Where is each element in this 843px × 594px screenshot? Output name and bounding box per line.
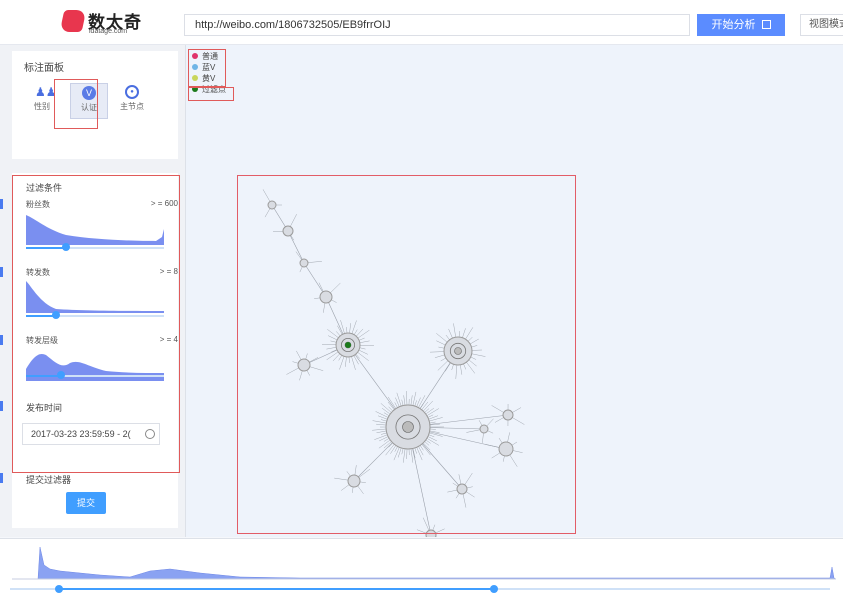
logo-subtitle: idatage.com (89, 28, 127, 35)
graph-highlight-box (237, 175, 576, 534)
view-mode-select[interactable]: 视图模式 (800, 14, 843, 36)
submit-section-label: 提交过滤器 (26, 473, 71, 486)
sidebar: 标注面板 ♟♟ 性别 V 认证 ● 主节点 过滤条件 粉丝数 > = 600 (0, 45, 186, 537)
filter-highlight-box (12, 175, 180, 473)
top-bar: 数太奇 idatage.com http://weibo.com/1806732… (0, 0, 843, 45)
section-marker (0, 267, 3, 277)
logo-mark-icon (60, 10, 87, 32)
section-marker (0, 401, 3, 411)
annotation-main-node-button[interactable]: ● 主节点 (114, 83, 150, 117)
annotation-panel-title: 标注面板 (24, 59, 64, 74)
timeline-histogram (0, 539, 843, 594)
window-icon (762, 20, 771, 29)
gender-icon: ♟♟ (35, 85, 49, 99)
main-node-icon: ● (125, 85, 139, 99)
timeline-range-fill (59, 588, 494, 590)
timeline-range-end-knob[interactable] (490, 585, 498, 593)
submit-button[interactable]: 提交 (66, 492, 106, 514)
graph-canvas[interactable]: 普通 蓝V 黄V 过滤点 (186, 45, 843, 537)
verify-highlight-box (54, 79, 98, 129)
analyze-button[interactable]: 开始分析 (697, 14, 785, 36)
timeline-range-track[interactable] (10, 588, 830, 590)
section-marker (0, 199, 3, 209)
url-input[interactable]: http://weibo.com/1806732505/EB9frrOIJ (184, 14, 690, 36)
annotation-panel: 标注面板 ♟♟ 性别 V 认证 ● 主节点 (12, 51, 178, 159)
section-marker (0, 473, 3, 483)
annotation-gender-label: 性别 (34, 102, 50, 111)
annotation-main-node-label: 主节点 (120, 102, 144, 111)
analyze-button-label: 开始分析 (711, 19, 755, 31)
section-marker (0, 335, 3, 345)
logo: 数太奇 idatage.com (62, 8, 142, 40)
timeline-panel (0, 538, 843, 594)
